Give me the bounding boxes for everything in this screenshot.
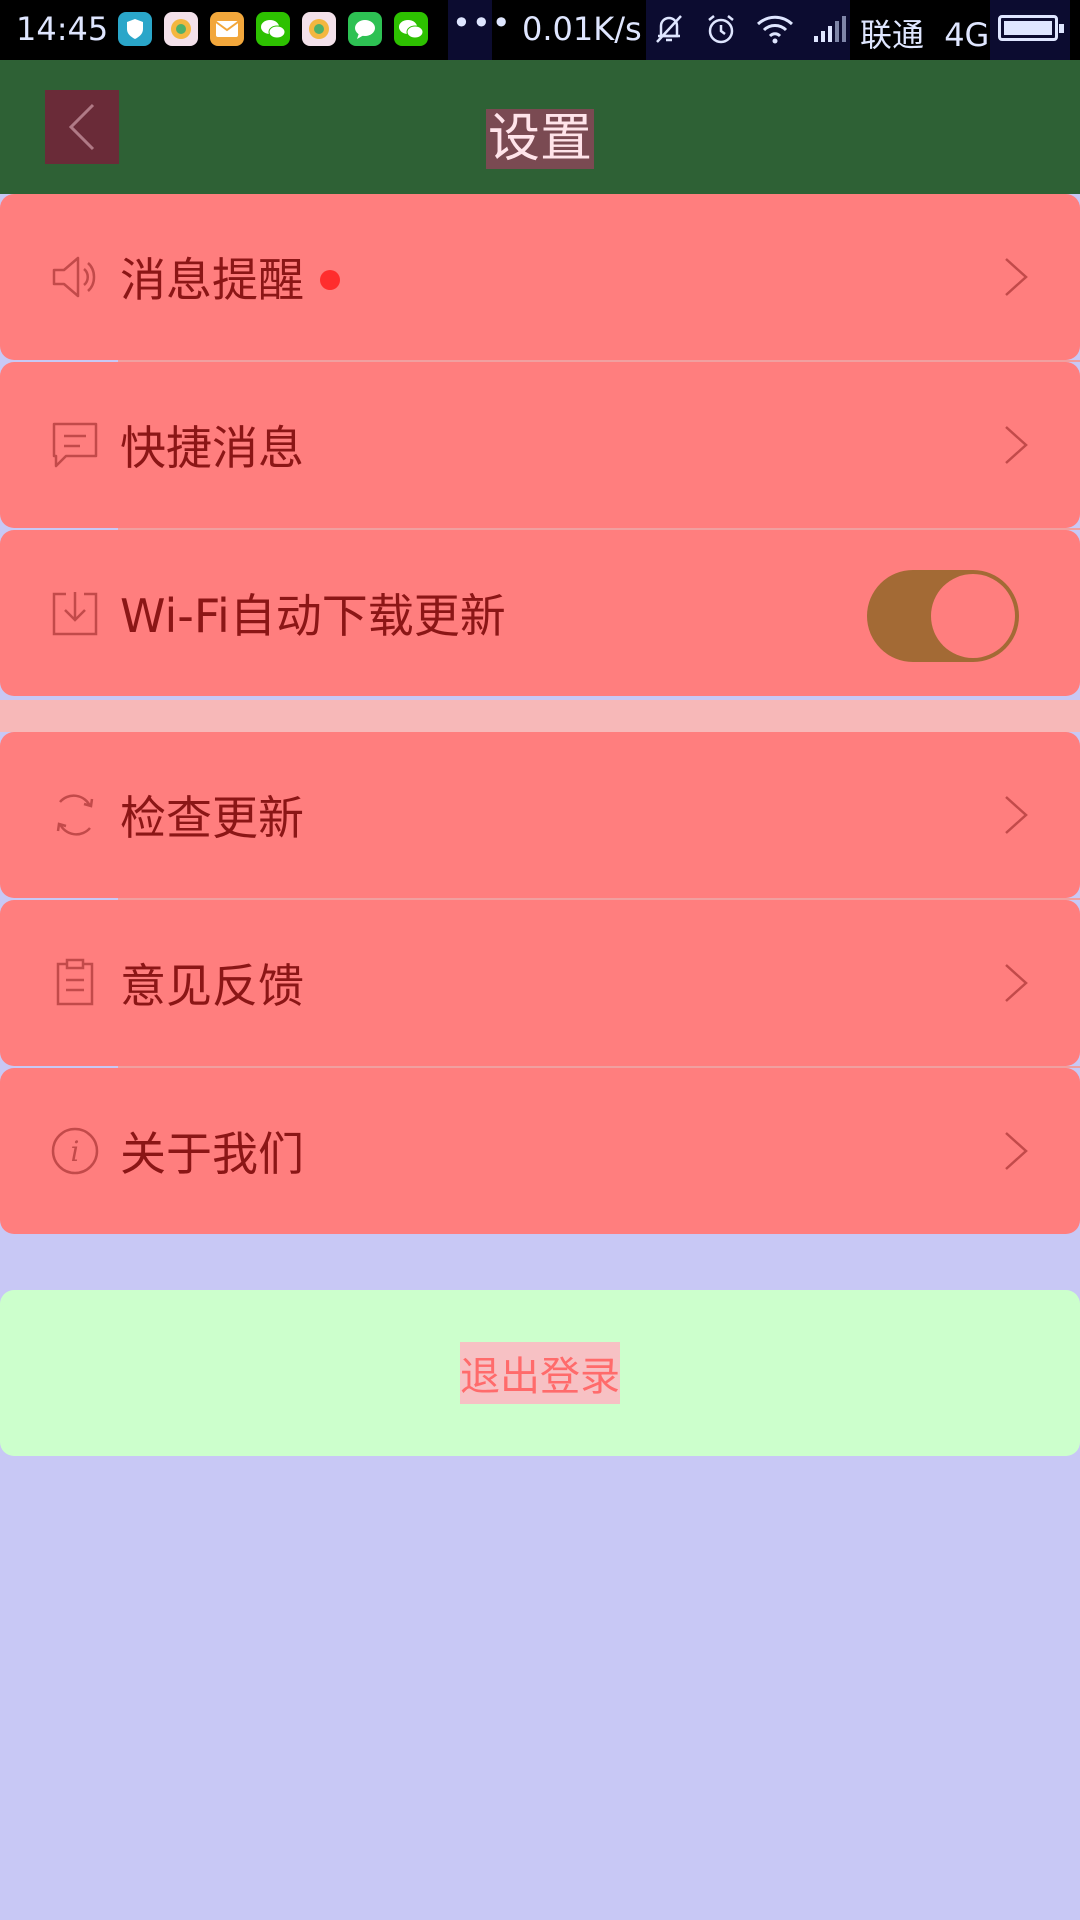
photo-app-icon [302,12,336,46]
settings-item-feedback[interactable]: 意见反馈 [0,900,1080,1068]
info-icon: i [51,1127,99,1175]
settings-item-about-us[interactable]: i 关于我们 [0,1068,1080,1234]
speaker-icon [52,256,96,298]
settings-item-label: 检查更新 [120,791,304,845]
alarm-icon [704,12,738,54]
shield-app-icon [118,12,152,46]
wifi-icon [756,14,794,52]
more-notifications-indicator: ••• [452,4,512,42]
feedback-icon [56,958,94,1006]
network-speed: 0.01K/s [522,10,642,48]
battery-icon [998,15,1064,41]
mail-app-icon [210,12,244,46]
battery-nub [1059,24,1064,33]
chevron-right-icon [1005,964,1028,1002]
settings-item-wifi-auto-update: Wi-Fi自动下载更新 [0,530,1080,696]
page-title-text: 设置 [485,109,594,169]
photo-app-icon [164,12,198,46]
notification-icons [118,12,428,46]
logout-label: 退出登录 [460,1342,620,1404]
settings-item-text: 消息提醒 [120,253,304,307]
messages-icon [348,12,382,46]
notification-badge [320,269,340,290]
settings-item-quick-messages[interactable]: 快捷消息 [0,362,1080,530]
chevron-right-icon [1005,796,1028,834]
settings-item-label: Wi-Fi自动下载更新 [120,589,506,643]
chevron-right-icon [1005,426,1028,464]
page-title: 设置 [0,96,1080,171]
chevron-right-icon [1005,258,1028,296]
mute-icon [652,12,686,54]
logout-button[interactable]: 退出登录 [0,1290,1080,1456]
svg-text:i: i [71,1135,80,1168]
system-icons [652,12,846,54]
refresh-icon [56,794,94,836]
status-bar: 14:45 ••• 0.01K/s 联通 4G [0,0,1080,60]
battery-fill [1004,21,1052,35]
settings-item-label: 关于我们 [120,1127,304,1181]
carrier-label: 联通 4G [860,10,989,56]
settings-item-label: 意见反馈 [120,959,304,1013]
settings-item-check-update[interactable]: 检查更新 [0,732,1080,900]
carrier-name: 联通 [860,16,925,54]
wifi-auto-update-toggle[interactable] [867,570,1019,662]
download-icon [52,592,98,636]
section-separator [0,700,1080,732]
network-type: 4G [944,16,990,54]
status-time: 14:45 [16,10,109,48]
settings-item-label: 快捷消息 [120,421,304,475]
message-icon [52,422,98,468]
chevron-right-icon [1005,1132,1028,1170]
header-bar: 设置 [0,60,1080,194]
wechat-icon [256,12,290,46]
settings-item-message-reminder[interactable]: 消息提醒 [0,194,1080,362]
signal-icon [812,14,846,52]
settings-item-label: 消息提醒 [120,244,340,310]
toggle-knob [931,574,1015,658]
wechat-icon [394,12,428,46]
